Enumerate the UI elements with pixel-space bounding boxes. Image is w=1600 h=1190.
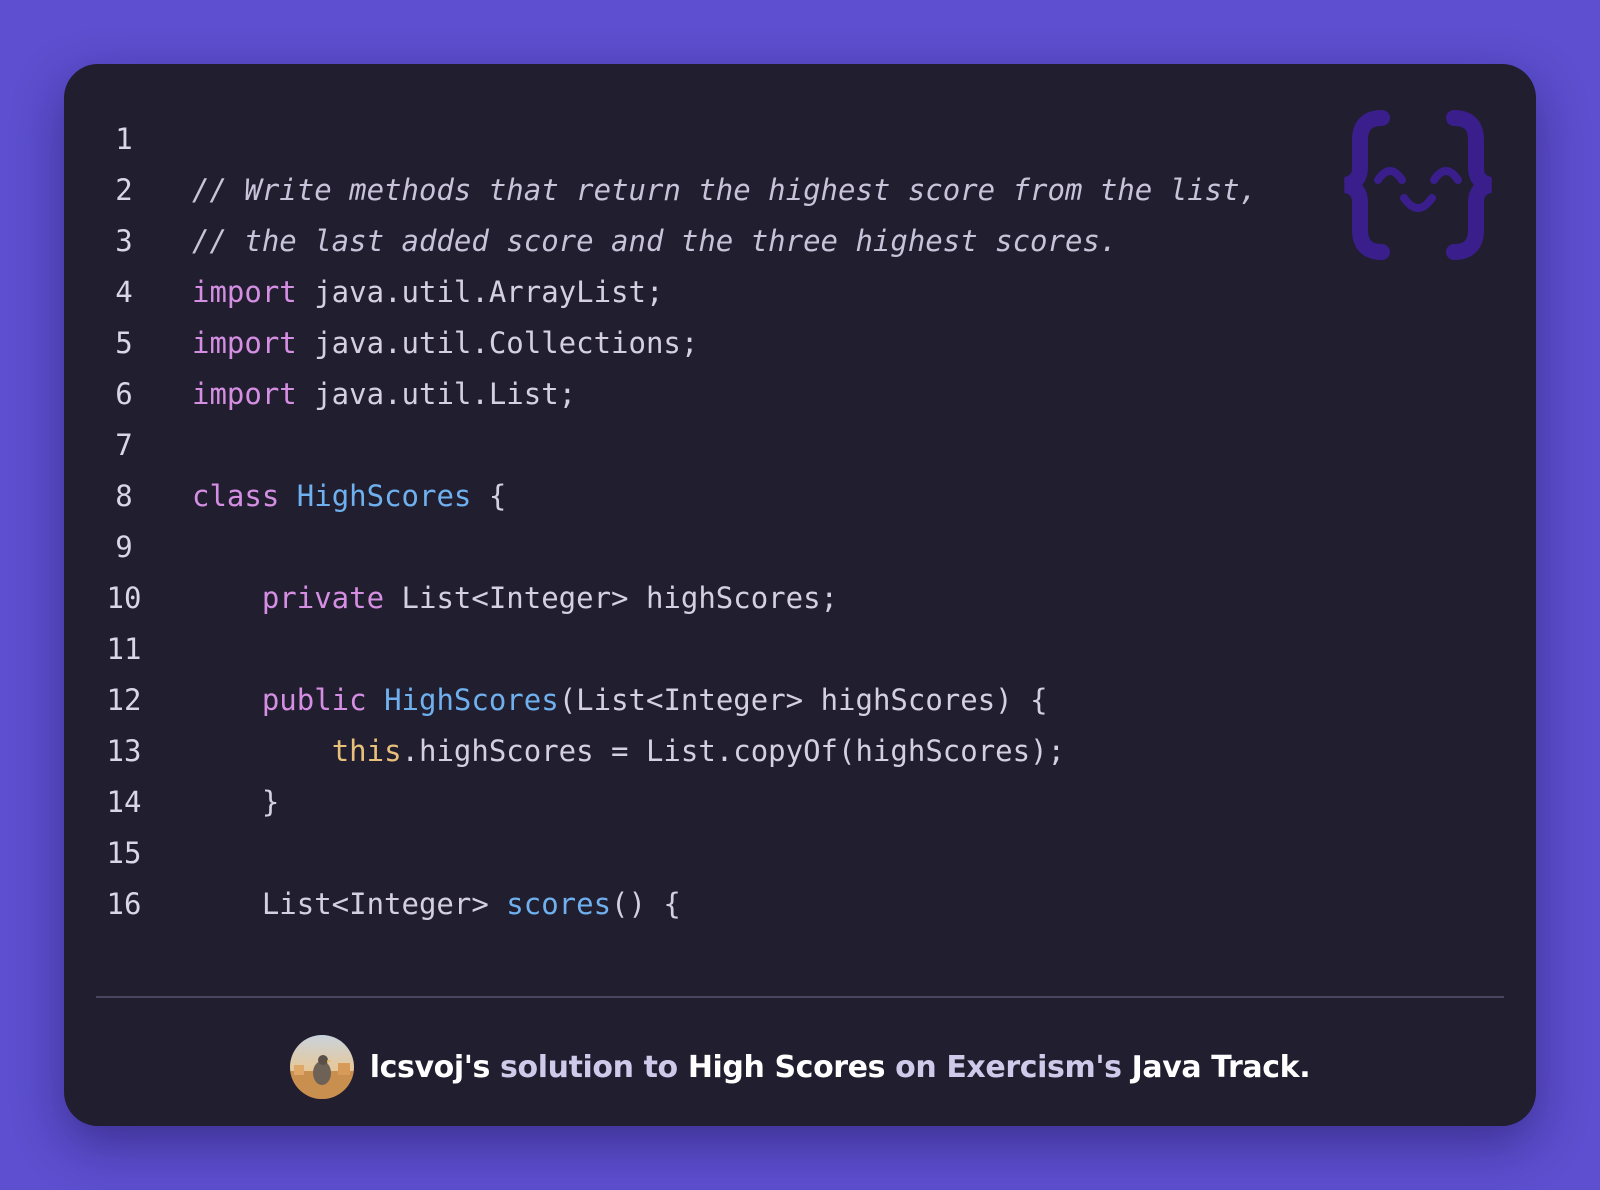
code-token: java.util.Collections; [296,326,699,360]
platform-suffix: 's [1095,1049,1122,1085]
code-text: import java.util.List; [192,369,576,420]
attribution-footer: lcsvoj's solution to High Scores on Exer… [64,1032,1536,1102]
code-token: this [331,734,402,768]
code-line: 8 class HighScores { [64,471,1536,522]
code-token: scores [506,887,612,921]
code-text: } [192,777,279,828]
line-number: 5 [115,326,133,360]
line-number: 6 [115,377,133,411]
author-suffix: 's [463,1049,491,1085]
code-text: class HighScores { [192,471,506,522]
code-text: // the last added score and the three hi… [192,216,1117,267]
line-number: 9 [115,530,133,564]
code-token: HighScores [384,683,559,717]
exercise-name[interactable]: High Scores [688,1050,886,1085]
code-line: 3 // the last added score and the three h… [64,216,1536,267]
code-line: 15 [64,828,1536,879]
code-text: // Write methods that return the highest… [192,165,1257,216]
solution-to-text: solution to [490,1049,688,1085]
line-number: 4 [115,275,133,309]
code-token: // the last added score and the three hi… [192,224,1118,258]
code-text: this.highScores = List.copyOf(highScores… [192,726,1065,777]
code-token: public [261,683,367,717]
code-token: java.util.ArrayList; [296,275,664,309]
author-name[interactable]: lcsvoj [370,1050,464,1085]
track-name[interactable]: Java Track. [1122,1050,1311,1085]
line-number: 10 [106,581,142,615]
code-text: import java.util.Collections; [192,318,698,369]
code-token: java.util.List; [296,377,577,411]
code-token: HighScores [296,479,472,513]
platform-name[interactable]: Exercism [946,1050,1095,1085]
code-token: () { [611,887,681,921]
code-line: 13 this.highScores = List.copyOf(highSco… [64,726,1536,777]
code-line: 16 List<Integer> scores() { [64,879,1536,930]
code-token: // Write methods that return the highest… [192,173,1258,207]
code-token: .highScores = List.copyOf(highScores); [401,734,1065,768]
code-text: private List<Integer> highScores; [192,573,838,624]
code-line: 1 [64,114,1536,165]
code-line: 14 } [64,777,1536,828]
code-line: 4 import java.util.ArrayList; [64,267,1536,318]
line-number: 11 [106,632,142,666]
on-text: on [885,1049,947,1085]
code-text: public HighScores(List<Integer> highScor… [192,675,1048,726]
code-line: 10 private List<Integer> highScores; [64,573,1536,624]
code-token: import [192,377,297,411]
code-line: 9 [64,522,1536,573]
line-number: 12 [106,683,142,717]
code-token: (List<Integer> highScores) { [558,683,1048,717]
code-card: 1 2// Write methods that return the highe… [64,64,1536,1126]
line-number: 8 [115,479,133,513]
code-text: List<Integer> scores() { [192,879,681,930]
code-token: { [471,479,507,513]
code-line: 12 public HighScores(List<Integer> highS… [64,675,1536,726]
code-token: List<Integer> highScores; [384,581,839,615]
code-token: import [192,326,297,360]
line-number: 14 [106,785,142,819]
code-line: 6 import java.util.List; [64,369,1536,420]
line-number: 3 [115,224,133,258]
code-line: 7 [64,420,1536,471]
line-number: 16 [106,887,142,921]
code-line: 2 // Write methods that return the highes… [64,165,1536,216]
line-number: 7 [115,428,133,462]
code-token: List<Integer> [192,887,507,921]
code-token: private [261,581,385,615]
code-token: } [192,785,280,819]
code-line: 11 [64,624,1536,675]
code-block: 1 2// Write methods that return the highe… [64,114,1536,930]
line-number: 1 [115,122,133,156]
code-token: import [192,275,297,309]
avatar[interactable] [289,1035,354,1099]
line-number: 15 [106,836,142,870]
line-number: 2 [115,173,133,207]
line-number: 13 [106,734,142,768]
code-token: class [192,479,280,513]
code-text: import java.util.ArrayList; [192,267,663,318]
code-line: 5 import java.util.Collections; [64,318,1536,369]
divider [96,996,1504,998]
